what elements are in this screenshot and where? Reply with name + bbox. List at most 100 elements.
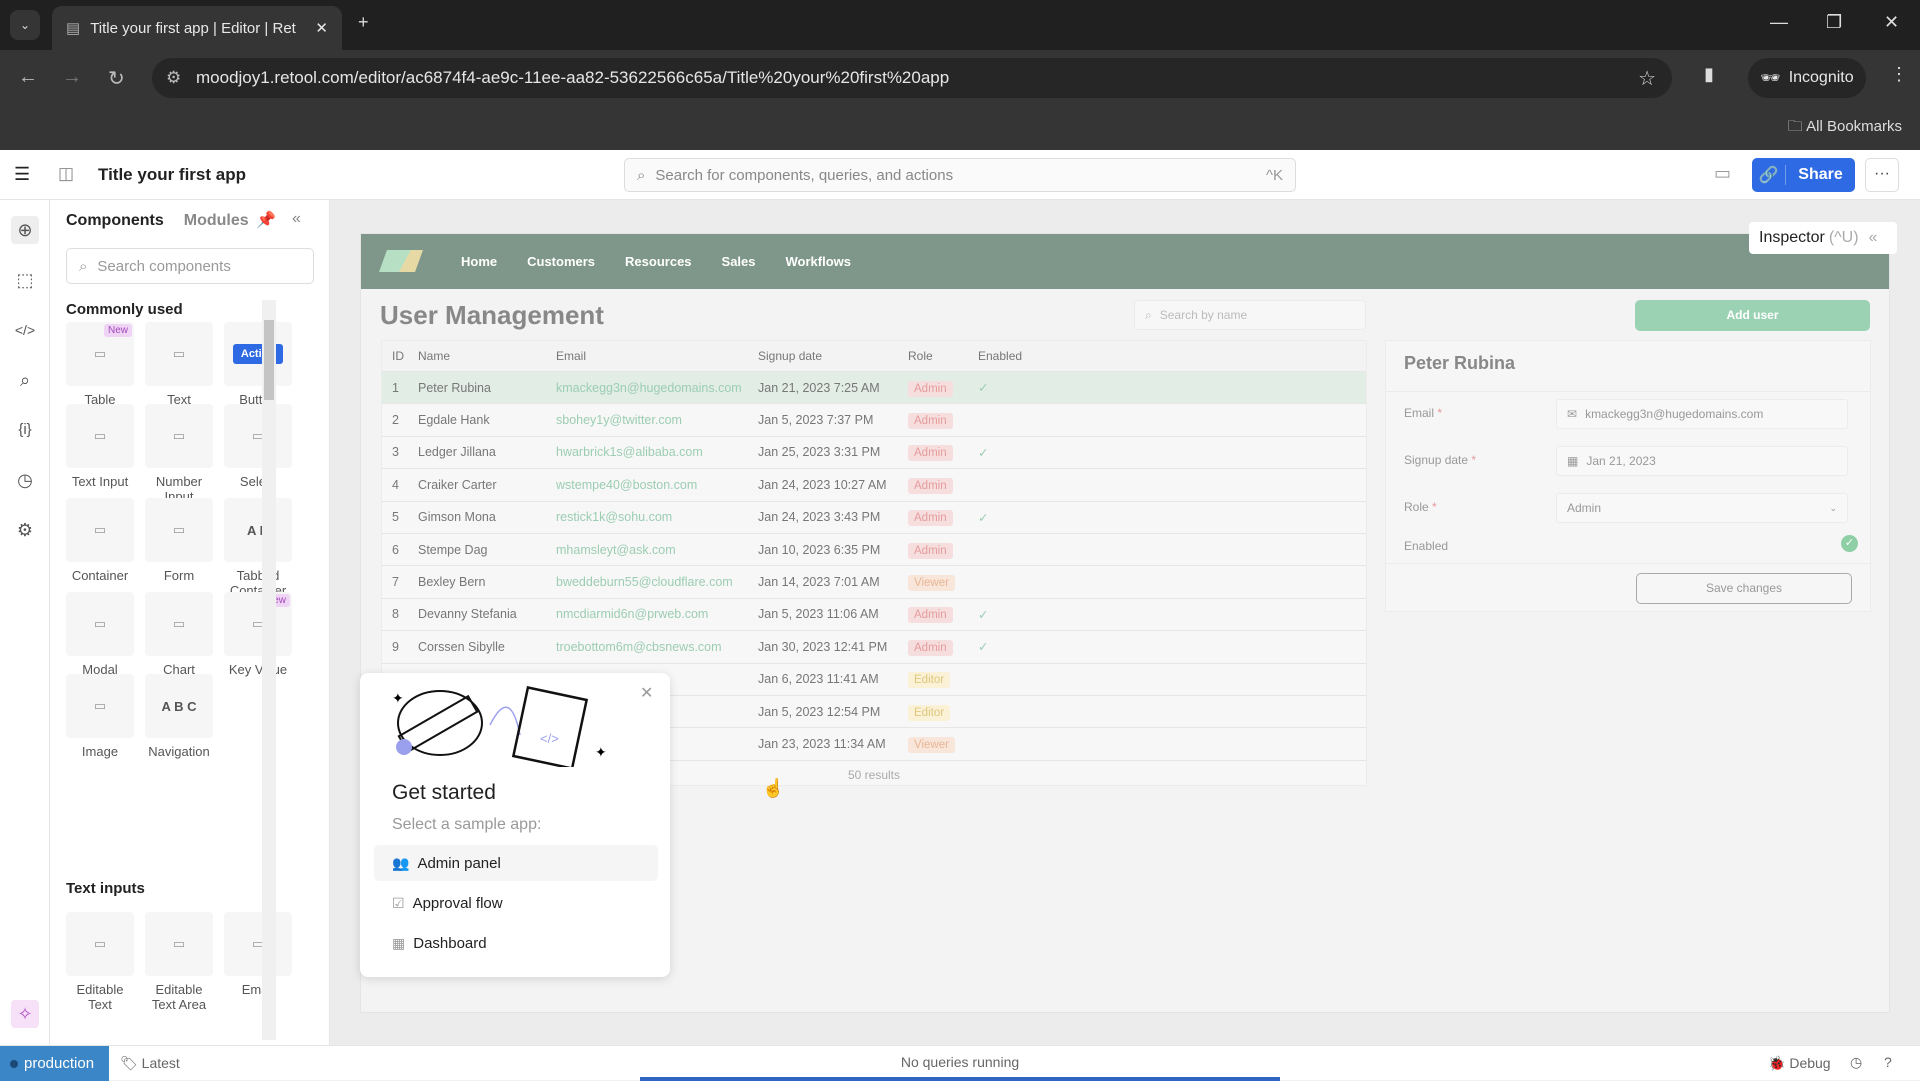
browser-menu-icon[interactable]: ⋮: [1890, 64, 1908, 85]
users-icon: 👥: [392, 854, 410, 871]
col-email[interactable]: Email: [556, 349, 758, 363]
role-select[interactable]: Admin ⌄: [1556, 493, 1848, 523]
close-tab-icon[interactable]: ✕: [315, 19, 328, 37]
table-row[interactable]: 1 Peter Rubina kmackegg3n@hugedomains.com J…: [382, 372, 1366, 405]
component-form[interactable]: ▭ Form: [145, 498, 213, 583]
address-bar[interactable]: ⚙ moodjoy1.retool.com/editor/ac6874f4-ae…: [152, 58, 1672, 98]
assist-sparkle-icon[interactable]: ✧: [11, 1000, 39, 1028]
inspector-toggle[interactable]: Inspector (^U) «: [1749, 222, 1897, 254]
cell-enabled: ✓: [978, 640, 989, 655]
component-text-input[interactable]: ▭ Text Input: [66, 404, 134, 489]
component-key-value[interactable]: New▭Key Value: [224, 592, 292, 677]
enabled-checkbox[interactable]: ✓: [1841, 535, 1858, 552]
side-panel-icon[interactable]: ▮: [1704, 64, 1714, 85]
table-row[interactable]: 9 Corssen Sibylle troebottom6m@cbsnews.com…: [382, 631, 1366, 664]
global-search-input[interactable]: ⌕ Search for components, queries, and ac…: [624, 158, 1296, 192]
reload-icon[interactable]: ↻: [108, 66, 125, 91]
component-navigation[interactable]: A B C Navigation: [145, 674, 213, 759]
table-row[interactable]: 5 Gimson Mona restick1k@sohu.com Jan 24, 20…: [382, 502, 1366, 534]
component-modal[interactable]: ▭ Modal: [66, 592, 134, 677]
search-components-input[interactable]: ⌕ Search components: [66, 248, 314, 284]
component-button[interactable]: Action Button: [224, 322, 292, 407]
history-icon[interactable]: ◷: [11, 466, 39, 494]
table-header: ID Name Email Signup date Role Enabled: [382, 341, 1366, 372]
table-row[interactable]: 7 Bexley Bern bweddeburn55@cloudflare.com J…: [382, 566, 1366, 599]
code-icon[interactable]: </>: [11, 316, 39, 344]
environment-badge[interactable]: production: [0, 1046, 109, 1081]
component-table[interactable]: New ▭ Table: [66, 322, 134, 407]
close-popup-icon[interactable]: ✕: [640, 683, 653, 703]
col-name[interactable]: Name: [418, 349, 556, 363]
signup-date-field[interactable]: ▦ Jan 21, 2023: [1556, 446, 1848, 476]
share-button[interactable]: 🔗 Share: [1752, 158, 1855, 192]
role-label: Role *: [1404, 500, 1437, 514]
link-icon[interactable]: 🔗: [1752, 165, 1786, 185]
sample-approval-flow[interactable]: ☑ Approval flow: [374, 885, 658, 921]
history-icon[interactable]: ◷: [1850, 1054, 1862, 1071]
component-image[interactable]: ▭ Image: [66, 674, 134, 759]
table-row[interactable]: 8 Devanny Stefania nmcdiarmid6n@prweb.com J…: [382, 599, 1366, 632]
component-number-input[interactable]: ▭ Number Input: [145, 404, 213, 504]
collapse-icon[interactable]: «: [1869, 229, 1878, 247]
tab-modules[interactable]: Modules: [184, 212, 249, 230]
tab-search-button[interactable]: ⌄: [10, 10, 40, 40]
bug-icon: 🐞: [1768, 1055, 1790, 1071]
debug-button[interactable]: 🐞 Debug: [1768, 1055, 1831, 1072]
restore-button[interactable]: ❐: [1826, 12, 1842, 33]
search-by-name-input[interactable]: ⌕ Search by name: [1134, 300, 1366, 330]
tab-components[interactable]: Components: [66, 212, 164, 230]
search-icon[interactable]: ⌕: [11, 366, 39, 394]
table-row[interactable]: 4 Craiker Carter wstempe40@boston.com Jan 2…: [382, 469, 1366, 502]
email-label: Email *: [1404, 406, 1443, 420]
nav-workflows[interactable]: Workflows: [786, 254, 852, 269]
version-tag[interactable]: 🏷 Latest: [120, 1055, 180, 1072]
panel-scrollbar[interactable]: [262, 300, 276, 1040]
forward-icon[interactable]: →: [62, 66, 82, 89]
nav-home[interactable]: Home: [461, 254, 497, 269]
state-icon[interactable]: {i}: [11, 416, 39, 444]
new-tab-button[interactable]: +: [358, 12, 369, 33]
component-select[interactable]: ▭ Select: [224, 404, 292, 489]
save-changes-button[interactable]: Save changes: [1636, 573, 1852, 604]
nav-customers[interactable]: Customers: [527, 254, 595, 269]
all-bookmarks[interactable]: 🗀 All Bookmarks: [1788, 116, 1902, 141]
component-text[interactable]: ▭ Text: [145, 322, 213, 407]
preview-icon[interactable]: ▭: [1714, 163, 1731, 184]
bookmark-star-icon[interactable]: ☆: [1638, 66, 1656, 91]
site-settings-icon[interactable]: ⚙: [166, 68, 181, 88]
nav-sales[interactable]: Sales: [722, 254, 756, 269]
collapse-panel-icon[interactable]: «: [292, 210, 301, 228]
email-field[interactable]: ✉ kmackegg3n@hugedomains.com: [1556, 399, 1848, 429]
component-tabbed-container[interactable]: A B Tabbed Container: [224, 498, 292, 598]
component-editable-text-area[interactable]: ▭ Editable Text Area: [145, 912, 213, 1012]
pin-icon[interactable]: 📌: [256, 210, 276, 230]
toggle-panel-icon[interactable]: ◫: [58, 164, 74, 184]
minimize-button[interactable]: —: [1770, 12, 1788, 33]
col-role[interactable]: Role: [908, 349, 978, 363]
col-signup-date[interactable]: Signup date: [758, 349, 908, 363]
sample-admin-panel[interactable]: 👥 Admin panel: [374, 845, 658, 881]
add-user-button[interactable]: Add user: [1635, 300, 1870, 331]
incognito-badge[interactable]: 🕶 Incognito: [1748, 58, 1866, 98]
nav-resources[interactable]: Resources: [625, 254, 691, 269]
col-id[interactable]: ID: [382, 349, 418, 363]
component-email[interactable]: ▭ Email: [224, 912, 292, 997]
sample-dashboard[interactable]: ▦ Dashboard: [374, 925, 658, 961]
component-editable-text[interactable]: ▭ Editable Text: [66, 912, 134, 1012]
app-title[interactable]: Title your first app: [98, 165, 246, 185]
component-chart[interactable]: ▭ Chart: [145, 592, 213, 677]
component-container[interactable]: ▭ Container: [66, 498, 134, 583]
back-icon[interactable]: ←: [18, 66, 38, 89]
table-row[interactable]: 6 Stempe Dag mhamsleyt@ask.com Jan 10, 2023…: [382, 534, 1366, 567]
settings-gear-icon[interactable]: ⚙: [11, 516, 39, 544]
more-options-button[interactable]: ···: [1865, 158, 1899, 192]
close-window-button[interactable]: ✕: [1884, 12, 1899, 33]
help-icon[interactable]: ?: [1884, 1054, 1892, 1070]
table-row[interactable]: 2 Egdale Hank sbohey1y@twitter.com Jan 5, 2…: [382, 404, 1366, 437]
add-component-icon[interactable]: ⊕: [11, 216, 39, 244]
table-row[interactable]: 3 Ledger Jillana hwarbrick1s@alibaba.com Ja…: [382, 437, 1366, 470]
retool-logo-icon[interactable]: ☰: [14, 164, 30, 185]
select-tool-icon[interactable]: ⬚: [11, 266, 39, 294]
col-enabled[interactable]: Enabled: [978, 349, 1038, 363]
browser-tab[interactable]: ▤ Title your first app | Editor | Ret ✕: [52, 6, 342, 50]
